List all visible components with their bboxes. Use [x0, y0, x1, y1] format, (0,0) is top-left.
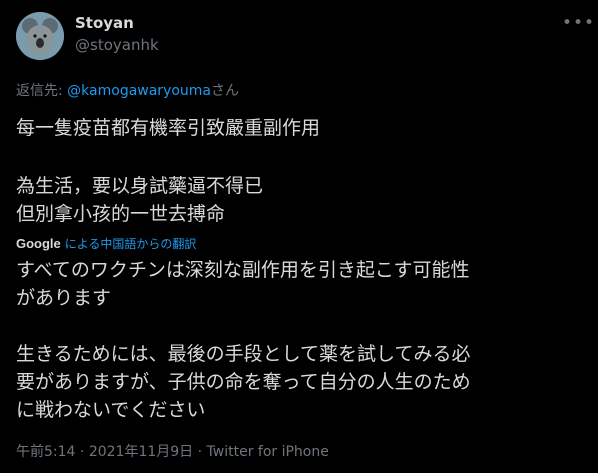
reply-suffix: さん — [211, 83, 240, 99]
tweet-text-line: 為生活，要以身試藥逼不得已 — [16, 175, 264, 197]
google-logo: Google — [16, 236, 61, 251]
koala-avatar-icon — [16, 12, 64, 60]
translation-label[interactable]: による中国語からの翻訳 — [65, 237, 197, 251]
tweet-metadata: 午前5:14 · 2021年11月9日 · Twitter for iPhone — [16, 441, 329, 461]
translated-text-line: に戦わないでください — [16, 399, 206, 421]
translation-attribution[interactable]: Google による中国語からの翻訳 — [16, 235, 196, 252]
separator: · — [75, 444, 89, 460]
reply-to: 返信先: @kamogawaryoumaさん — [16, 80, 239, 100]
translated-text-line: があります — [16, 287, 112, 309]
reply-mention-link[interactable]: @kamogawaryouma — [67, 83, 211, 99]
translated-text-line: すべてのワクチンは深刻な副作用を引き起こす可能性 — [16, 259, 470, 281]
tweet-text-line: 每一隻疫苗都有機率引致嚴重副作用 — [16, 117, 321, 139]
more-dots-icon[interactable]: ••• — [562, 13, 595, 33]
avatar[interactable] — [16, 12, 64, 60]
tweet-source[interactable]: Twitter for iPhone — [207, 444, 329, 460]
user-handle[interactable]: @stoyanhk — [75, 36, 159, 54]
separator: · — [193, 444, 207, 460]
translated-text-line: 要がありますが、子供の命を奪って自分の人生のため — [16, 371, 471, 393]
translated-text-line: 生きるためには、最後の手段として薬を試してみる必 — [16, 343, 471, 365]
tweet-time[interactable]: 午前5:14 — [16, 444, 75, 460]
tweet-date[interactable]: 2021年11月9日 — [89, 444, 193, 460]
user-name[interactable]: Stoyan — [75, 14, 134, 32]
tweet-text-line: 但別拿小孩的一世去搏命 — [16, 203, 226, 225]
reply-prefix: 返信先: — [16, 83, 68, 99]
